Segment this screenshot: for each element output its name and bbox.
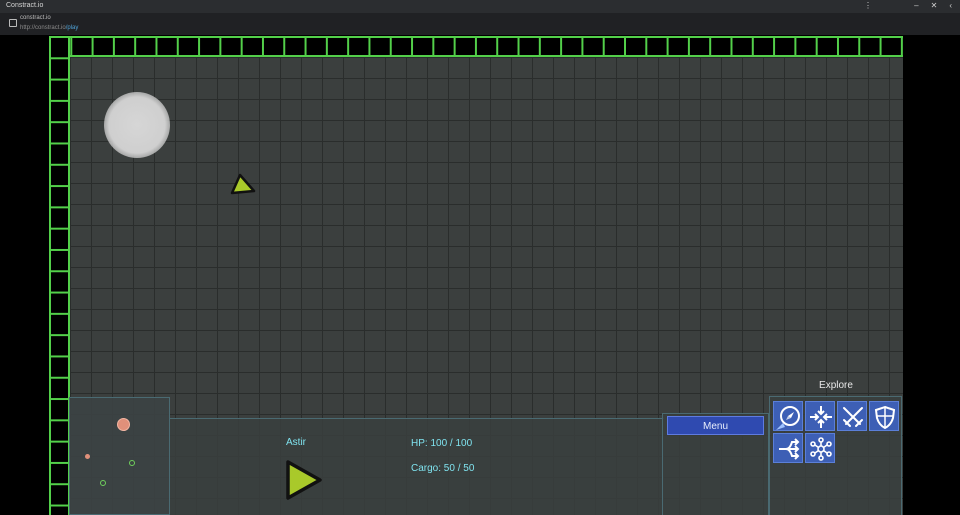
branching-arrows-icon <box>779 438 800 460</box>
minimap-enemy-dot <box>100 480 106 486</box>
attack-button[interactable] <box>837 401 867 431</box>
split-button[interactable] <box>773 433 803 463</box>
minimap[interactable] <box>69 397 170 515</box>
minimap-player-dot <box>85 454 90 459</box>
planet[interactable] <box>104 92 170 158</box>
page-url[interactable]: http://constract.io/play <box>20 25 78 31</box>
compass-icon <box>776 406 800 430</box>
ship-name: Astir <box>286 437 306 448</box>
network-button[interactable] <box>805 433 835 463</box>
collapse-arrows-icon <box>810 406 832 428</box>
address-bar[interactable]: constract.io http://constract.io/play <box>0 13 960 35</box>
minimap-enemy-dot <box>129 460 135 466</box>
site-name: constract.io <box>20 15 51 21</box>
url-path: /play <box>65 25 79 31</box>
network-icon <box>810 437 832 461</box>
enemy-ship[interactable] <box>230 173 256 197</box>
minimap-planet-dot <box>117 418 130 431</box>
lock-icon <box>9 19 17 27</box>
defend-button[interactable] <box>869 401 899 431</box>
cargo-readout: Cargo: 50 / 50 <box>411 463 475 474</box>
player-ship-icon <box>286 460 322 500</box>
wall-left-column <box>49 36 70 515</box>
gather-button[interactable] <box>805 401 835 431</box>
window-controls: – ✕ ‹ <box>914 1 952 10</box>
url-prefix: http:// <box>20 25 36 31</box>
back-chevron-icon[interactable]: ‹ <box>949 1 952 10</box>
explore-button[interactable] <box>773 401 803 431</box>
shield-icon <box>874 405 896 430</box>
browser-title-bar: Constract.io ⋮ – ✕ ‹ <box>0 0 960 13</box>
crossed-swords-icon <box>843 407 863 427</box>
action-mode-title: Explore <box>819 380 853 391</box>
close-icon[interactable]: ✕ <box>931 1 938 10</box>
wall-top-row <box>49 36 903 57</box>
window-title: Constract.io <box>6 2 44 9</box>
url-host: constract.io <box>35 25 66 31</box>
minimize-icon[interactable]: – <box>914 1 918 10</box>
browser-menu-icon[interactable]: ⋮ <box>864 1 872 10</box>
menu-button[interactable]: Menu <box>667 416 764 435</box>
hp-readout: HP: 100 / 100 <box>411 438 473 449</box>
